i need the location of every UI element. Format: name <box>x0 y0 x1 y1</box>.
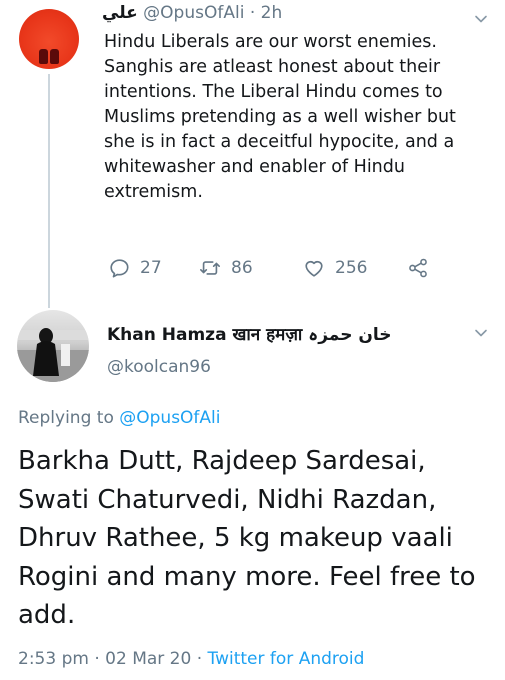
chevron-down-icon[interactable] <box>474 326 488 340</box>
avatar-image <box>17 328 89 382</box>
parent-time[interactable]: 2h <box>261 3 283 23</box>
chevron-down-icon[interactable] <box>474 12 488 26</box>
tweet-time[interactable]: 2:53 pm <box>18 649 89 669</box>
like-count: 256 <box>335 258 368 278</box>
parent-separator: · <box>249 3 256 23</box>
retweet-action[interactable]: 86 <box>199 257 303 279</box>
tweet-source[interactable]: Twitter for Android <box>208 649 365 669</box>
reply-action[interactable]: 27 <box>108 257 199 279</box>
parent-handle[interactable]: @OpusOfAli <box>143 3 244 23</box>
retweet-icon <box>200 261 220 275</box>
main-handle[interactable]: @koolcan96 <box>107 357 211 377</box>
like-action[interactable]: 256 <box>303 257 407 279</box>
parent-tweet-text: Hindu Liberals are our worst enemies. Sa… <box>104 32 456 202</box>
reply-count: 27 <box>140 258 162 278</box>
like-icon <box>305 260 323 277</box>
thread-line <box>48 74 50 308</box>
meta-separator-1: · <box>94 649 100 669</box>
replying-to: Replying to @OpusOfAli <box>18 408 221 428</box>
tweet-meta: 2:53 pm · 02 Mar 20 · Twitter for Androi… <box>18 649 364 669</box>
avatar-shoe-left <box>39 49 48 64</box>
avatar-opusofali[interactable] <box>19 9 79 69</box>
avatar-koolcan96[interactable] <box>17 310 89 382</box>
replying-to-link[interactable]: @OpusOfAli <box>119 408 220 428</box>
meta-separator-2: · <box>196 649 203 669</box>
main-display-name[interactable]: Khan Hamza खान हमज़ा خان حمزہ <box>107 322 392 345</box>
parent-tweet-actions: 27 86 256 <box>108 256 429 280</box>
main-tweet-text: Barkha Dutt, Rajdeep Sardesai, Swati Cha… <box>18 446 476 630</box>
share-icon <box>409 258 427 278</box>
parent-tweet-header: علي @OpusOfAli · 2h <box>102 3 282 23</box>
avatar-shoe-right <box>50 49 59 64</box>
retweet-count: 86 <box>231 258 253 278</box>
tweet-date[interactable]: 02 Mar 20 <box>105 649 191 669</box>
parent-display-name[interactable]: علي <box>102 3 138 23</box>
reply-icon <box>110 259 129 278</box>
share-action[interactable] <box>407 257 429 279</box>
replying-to-prefix: Replying to <box>18 408 114 428</box>
